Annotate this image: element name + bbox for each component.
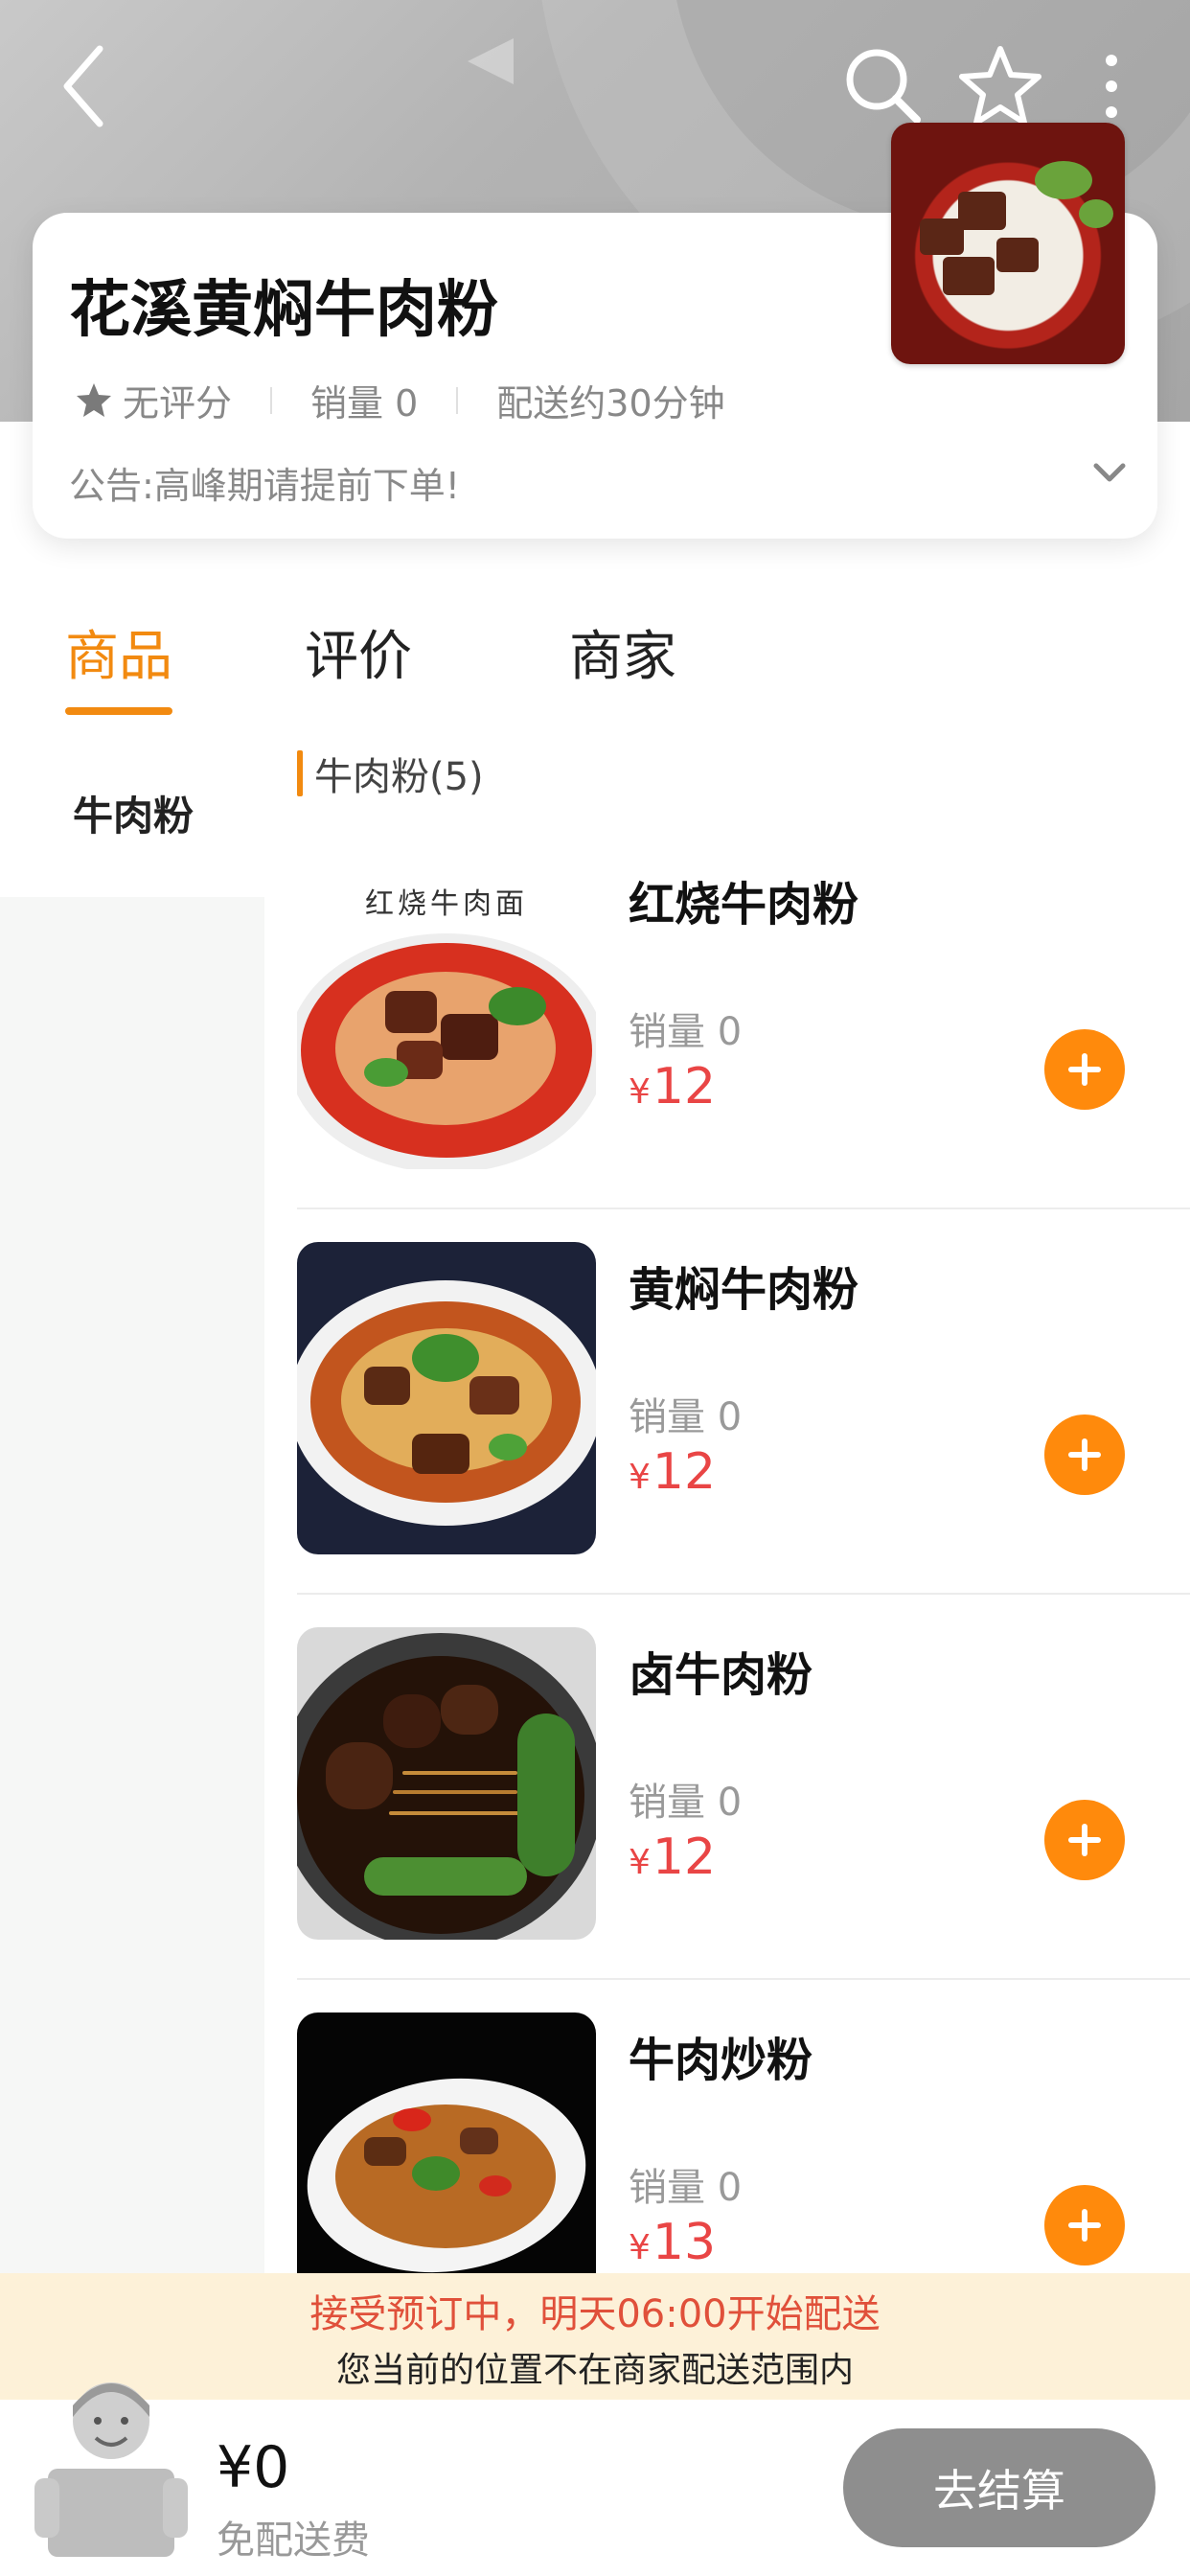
add-to-cart-button[interactable] (1044, 1029, 1125, 1110)
cart-total: ¥0 (217, 2434, 290, 2501)
sidebar-item-beef-noodles[interactable]: 牛肉粉 (0, 728, 264, 897)
add-to-cart-button[interactable] (1044, 1800, 1125, 1880)
product-item[interactable]: 黄焖牛肉粉 销量 0 ¥12 (297, 1242, 1190, 1627)
product-name: 牛肉炒粉 (629, 2034, 813, 2087)
shop-notice: 公告:高峰期请提前下单! (69, 465, 461, 507)
plus-icon (1068, 2209, 1101, 2242)
preorder-notice: 接受预订中，明天06:00开始配送 (309, 2292, 881, 2336)
product-name: 黄焖牛肉粉 (629, 1263, 859, 1317)
product-price: ¥12 (629, 1828, 717, 1886)
product-price: ¥13 (629, 2214, 717, 2271)
more-vertical-icon (1106, 55, 1117, 118)
meta-divider (270, 386, 273, 414)
more-button[interactable] (1065, 38, 1157, 134)
category-header-label: 牛肉粉(5) (314, 755, 484, 799)
shop-rating: 无评分 (123, 382, 233, 425)
tab-reviews[interactable]: 评价 (305, 613, 412, 691)
product-name: 红烧牛肉粉 (629, 878, 859, 932)
active-tab-indicator (65, 707, 172, 715)
shop-meta-row: 无评分 销量 0 配送约30分钟 (75, 374, 725, 426)
product-image: 红烧牛肉面 (297, 857, 596, 1169)
shop-sales: 销量 0 (310, 382, 419, 425)
product-sales: 销量 0 (629, 1395, 743, 1439)
plus-icon (1068, 1053, 1101, 1086)
tab-bar: 商品 评价 商家 (0, 575, 1190, 719)
product-item[interactable]: 卤牛肉粉 销量 0 ¥12 (297, 1627, 1190, 2012)
delivery-time: 配送约30分钟 (496, 382, 725, 425)
chevron-down-icon[interactable] (1090, 458, 1129, 487)
product-image-caption: 红烧牛肉面 (365, 887, 528, 921)
product-name: 卤牛肉粉 (629, 1648, 813, 1702)
product-item[interactable]: 红烧牛肉面 红烧牛肉粉 销量 0 ¥12 (297, 857, 1190, 1242)
checkout-button[interactable]: 去结算 (843, 2428, 1156, 2547)
product-image (297, 1242, 596, 1554)
category-header: 牛肉粉(5) (297, 746, 484, 801)
product-sales: 销量 0 (629, 2166, 743, 2210)
product-price: ¥12 (629, 1058, 717, 1116)
list-divider (297, 1593, 1190, 1595)
plus-icon (1068, 1438, 1101, 1471)
category-accent-bar (297, 750, 303, 796)
product-price: ¥12 (629, 1443, 717, 1501)
back-icon (63, 45, 103, 127)
product-image (297, 2012, 596, 2273)
courier-mascot-icon[interactable] (34, 2361, 188, 2563)
product-image (297, 1627, 596, 1940)
star-outline-icon (959, 46, 1041, 126)
add-to-cart-button[interactable] (1044, 1414, 1125, 1495)
product-item[interactable]: 牛肉炒粉 销量 0 ¥13 (297, 2012, 1190, 2273)
star-icon (77, 382, 111, 417)
product-sales: 销量 0 (629, 1010, 743, 1054)
category-sidebar: 牛肉粉 (0, 728, 264, 2273)
add-to-cart-button[interactable] (1044, 2185, 1125, 2266)
plus-icon (1068, 1824, 1101, 1856)
list-divider (297, 1208, 1190, 1209)
shop-name: 花溪黄焖牛肉粉 (69, 275, 498, 346)
meta-divider (456, 386, 459, 414)
list-divider (297, 1978, 1190, 1980)
product-sales: 销量 0 (629, 1781, 743, 1825)
cart-bar: ¥0 免配送费 去结算 (0, 2382, 1190, 2576)
shop-logo-image (891, 123, 1125, 364)
back-button[interactable] (38, 38, 134, 134)
search-button[interactable] (835, 38, 931, 134)
favorite-button[interactable] (952, 38, 1048, 134)
search-icon (846, 49, 921, 124)
delivery-fee: 免配送费 (217, 2518, 370, 2563)
tab-products[interactable]: 商品 (65, 613, 172, 691)
tab-merchant[interactable]: 商家 (569, 613, 676, 691)
